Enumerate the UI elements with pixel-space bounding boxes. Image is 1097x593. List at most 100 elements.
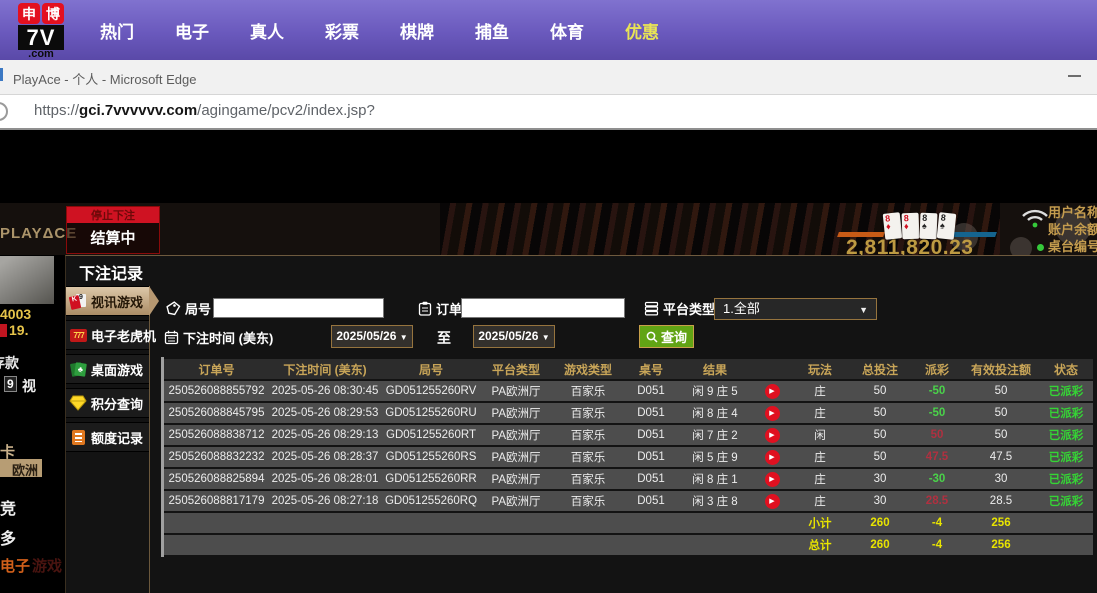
document-icon bbox=[69, 429, 88, 447]
cell-round-no: GD051255260RQ bbox=[381, 491, 481, 511]
table-row: 250526088838712 2025-05-26 08:29:13 GD05… bbox=[164, 425, 1093, 445]
minimize-icon[interactable] bbox=[1068, 75, 1081, 77]
logo-main: 7V bbox=[18, 25, 64, 50]
cell-payout: 50 bbox=[911, 425, 963, 445]
cell-result: 闲 3 庄 8 bbox=[677, 491, 753, 511]
header-round-no: 局号 bbox=[381, 359, 481, 379]
status-dot bbox=[1037, 244, 1044, 251]
diamond-icon bbox=[69, 395, 88, 413]
table-row: 250526088855792 2025-05-26 08:30:45 GD05… bbox=[164, 381, 1093, 401]
cell-platform: PA欧洲厅 bbox=[481, 381, 551, 401]
records-table: 订单号 下注时间 (美东) 局号 平台类型 游戏类型 桌号 结果 玩法 总投注 … bbox=[161, 357, 1093, 557]
header-status: 状态 bbox=[1039, 359, 1093, 379]
nav-item-fishing[interactable]: 捕鱼 bbox=[475, 18, 509, 43]
platform-type-label: 平台类型 bbox=[663, 299, 715, 318]
bg-video-fragment: 视 bbox=[22, 376, 36, 396]
cell-round-no: GD051255260RR bbox=[381, 469, 481, 489]
replay-play-icon[interactable]: ▶ bbox=[765, 428, 780, 443]
subtotal-total-bet: 260 bbox=[849, 513, 911, 533]
cell-platform: PA欧洲厅 bbox=[481, 425, 551, 445]
cards-icon: 9K bbox=[69, 293, 88, 311]
query-button[interactable]: 查询 bbox=[639, 325, 694, 348]
wifi-icon bbox=[1020, 207, 1050, 229]
date-to-select[interactable]: 2025/05/26 ▼ bbox=[473, 325, 555, 348]
account-balance-value: 2,811,820.23 bbox=[846, 236, 973, 255]
cell-status: 已派彩 bbox=[1039, 447, 1093, 467]
cell-play: 庄 bbox=[791, 447, 849, 467]
cell-game-type: 百家乐 bbox=[551, 381, 625, 401]
nav-item-promo[interactable]: 优惠 bbox=[625, 18, 659, 43]
date-to-value: 2025/05/26 bbox=[478, 329, 538, 343]
cell-table-no: D051 bbox=[625, 425, 677, 445]
subtotal-valid-bet: 256 bbox=[963, 513, 1039, 533]
date-from-select[interactable]: 2025/05/26 ▼ bbox=[331, 325, 413, 348]
bg-multi-fragment: 多 bbox=[0, 525, 16, 549]
chevron-down-icon: ▼ bbox=[400, 333, 408, 342]
cell-payout: -30 bbox=[911, 469, 963, 489]
sidebar-item-label: 桌面游戏 bbox=[91, 360, 143, 379]
cell-payout: 28.5 bbox=[911, 491, 963, 511]
browser-titlebar: PlayAce - 个人 - Microsoft Edge bbox=[0, 60, 1097, 95]
sidebar-item-live-games[interactable]: 9K 视讯游戏 bbox=[66, 286, 149, 316]
subtotal-payout: -4 bbox=[911, 513, 963, 533]
reload-icon[interactable] bbox=[0, 102, 8, 121]
round-no-label-group: 局号 bbox=[166, 299, 211, 318]
cell-result: 闲 5 庄 9 bbox=[677, 447, 753, 467]
chevron-down-icon: ▼ bbox=[859, 300, 868, 320]
cell-order-no: 250526088845795 bbox=[164, 403, 269, 423]
cell-game-type: 百家乐 bbox=[551, 425, 625, 445]
header-total-bet: 总投注 bbox=[849, 359, 911, 379]
sidebar-item-label: 电子老虎机 bbox=[91, 326, 156, 345]
replay-play-icon[interactable]: ▶ bbox=[765, 384, 780, 399]
stop-betting-label: 停止下注 bbox=[67, 207, 159, 223]
replay-play-icon[interactable]: ▶ bbox=[765, 450, 780, 465]
site-navbar: 申 博 7V .com 热门 电子 真人 彩票 棋牌 捕鱼 体育 优惠 bbox=[0, 0, 1097, 60]
cell-valid-bet: 50 bbox=[963, 425, 1039, 445]
balance-label: 账户余额 bbox=[1048, 221, 1097, 238]
url-text[interactable]: https://gci.7vvvvvv.com/agingame/pcv2/in… bbox=[34, 102, 375, 119]
table-row: 250526088817179 2025-05-26 08:27:18 GD05… bbox=[164, 491, 1093, 511]
cell-play: 庄 bbox=[791, 381, 849, 401]
platform-type-label-group: 平台类型 bbox=[644, 299, 715, 318]
avatar bbox=[0, 256, 54, 304]
round-no-input[interactable] bbox=[213, 298, 384, 318]
sidebar-item-points[interactable]: 积分查询 bbox=[66, 388, 149, 418]
cell-replay: ▶ bbox=[753, 381, 791, 401]
table-header-row: 订单号 下注时间 (美东) 局号 平台类型 游戏类型 桌号 结果 玩法 总投注 … bbox=[164, 359, 1093, 379]
sidebar-item-table-games[interactable]: ♣ 桌面游戏 bbox=[66, 354, 149, 384]
cell-total-bet: 50 bbox=[849, 425, 911, 445]
replay-play-icon[interactable]: ▶ bbox=[765, 406, 780, 421]
header-game-type: 游戏类型 bbox=[551, 359, 625, 379]
cell-result: 闲 7 庄 2 bbox=[677, 425, 753, 445]
header-play: 玩法 bbox=[791, 359, 849, 379]
cell-status: 已派彩 bbox=[1039, 403, 1093, 423]
nav-item-board[interactable]: 棋牌 bbox=[400, 18, 434, 43]
cell-order-no: 250526088832232 bbox=[164, 447, 269, 467]
chip-decor bbox=[1010, 237, 1032, 255]
cell-payout: -50 bbox=[911, 403, 963, 423]
replay-play-icon[interactable]: ▶ bbox=[765, 472, 780, 487]
nav-item-lottery[interactable]: 彩票 bbox=[325, 18, 359, 43]
cell-result: 闲 8 庄 4 bbox=[677, 403, 753, 423]
nav-item-sports[interactable]: 体育 bbox=[550, 18, 584, 43]
round-no-label: 局号 bbox=[185, 299, 211, 318]
cell-table-no: D051 bbox=[625, 381, 677, 401]
nav-item-live[interactable]: 真人 bbox=[250, 18, 284, 43]
platform-type-select[interactable]: 1.全部 ▼ bbox=[714, 298, 877, 320]
replay-play-icon[interactable]: ▶ bbox=[765, 494, 780, 509]
sidebar-item-slots[interactable]: 777 电子老虎机 bbox=[66, 320, 149, 350]
cell-table-no: D051 bbox=[625, 491, 677, 511]
cell-play: 庄 bbox=[791, 469, 849, 489]
nav-item-slots[interactable]: 电子 bbox=[175, 18, 209, 43]
order-no-input[interactable] bbox=[461, 298, 625, 318]
cell-order-no: 250526088855792 bbox=[164, 381, 269, 401]
cell-status: 已派彩 bbox=[1039, 381, 1093, 401]
browser-addressbar[interactable]: https://gci.7vvvvvv.com/agingame/pcv2/in… bbox=[0, 95, 1097, 130]
cell-result: 闲 9 庄 5 bbox=[677, 381, 753, 401]
cell-replay: ▶ bbox=[753, 447, 791, 467]
cell-round-no: GD051255260RS bbox=[381, 447, 481, 467]
sidebar-item-credit-log[interactable]: 额度记录 bbox=[66, 422, 149, 452]
cell-payout: -50 bbox=[911, 381, 963, 401]
nav-item-hot[interactable]: 热门 bbox=[100, 18, 134, 43]
site-logo[interactable]: 申 博 7V .com bbox=[18, 3, 66, 59]
